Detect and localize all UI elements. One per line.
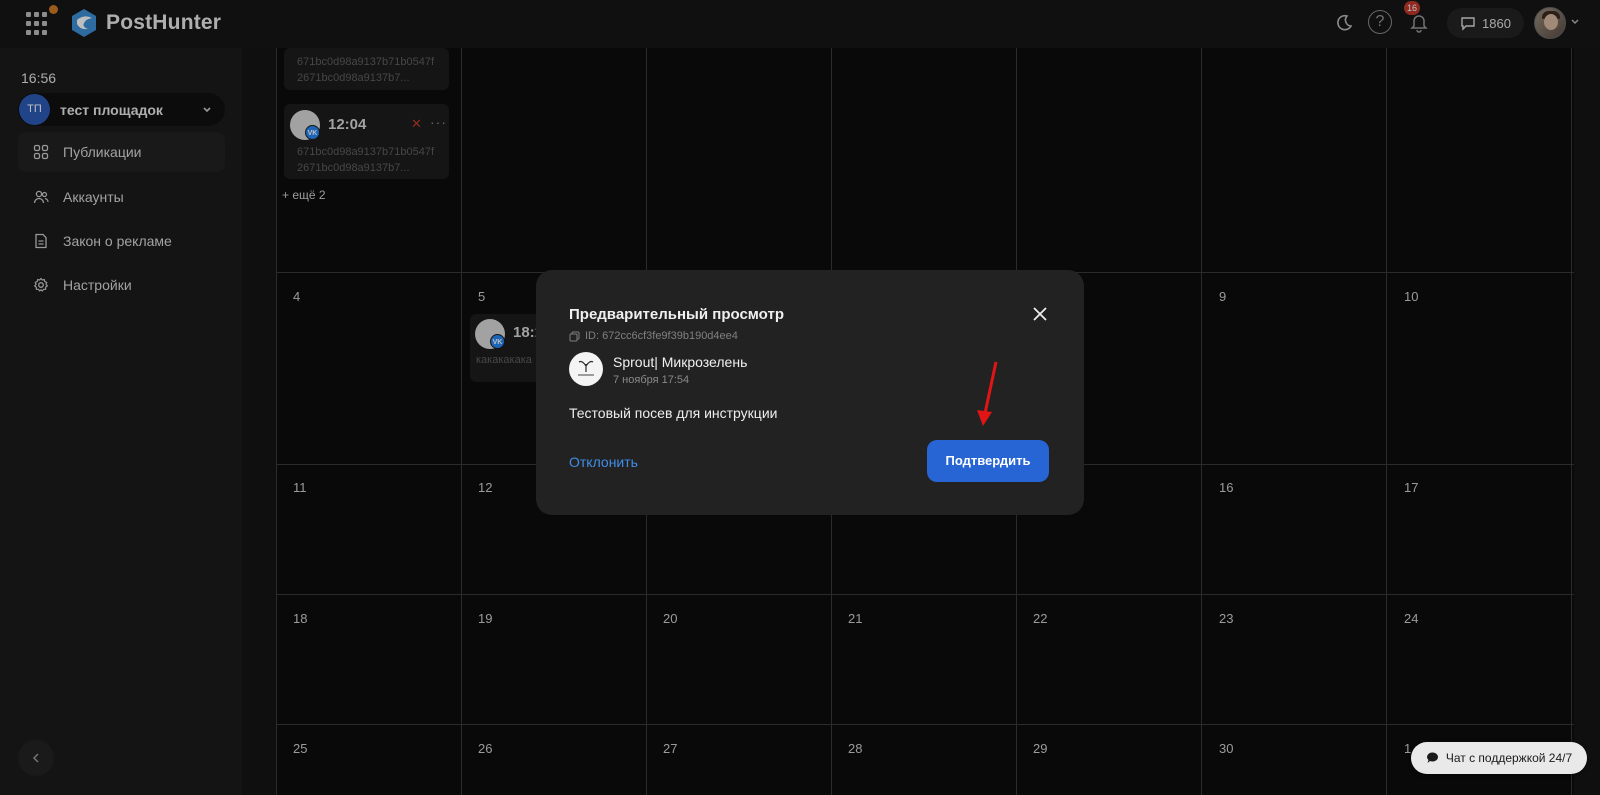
calendar-day[interactable]: 23 bbox=[1219, 611, 1233, 626]
post-card[interactable]: 671bc0d98a9137b71b0547f 2671bc0d98a9137b… bbox=[284, 48, 449, 90]
top-bar: PostHunter ? 16 1860 bbox=[0, 0, 1600, 48]
post-preview-text: 671bc0d98a9137b71b0547f bbox=[297, 146, 435, 158]
post-rejected-icon: ✕ bbox=[411, 116, 422, 131]
modal-title: Предварительный просмотр bbox=[569, 306, 784, 323]
post-time: 12:04 bbox=[328, 116, 367, 133]
post-id-label: ID: 672cc6cf3fe9f39b190d4ee4 bbox=[585, 330, 738, 342]
post-preview-text: 2671bc0d98a9137b7... bbox=[297, 72, 410, 84]
sidebar-item-settings[interactable]: Настройки bbox=[18, 265, 225, 305]
calendar-day[interactable]: 22 bbox=[1033, 611, 1047, 626]
grid-line bbox=[276, 48, 277, 795]
calendar-day[interactable]: 29 bbox=[1033, 741, 1047, 756]
calendar-day[interactable]: 26 bbox=[478, 741, 492, 756]
messages-counter-button[interactable]: 1860 bbox=[1447, 8, 1524, 38]
account-avatar bbox=[569, 352, 603, 386]
calendar-day[interactable]: 12 bbox=[478, 480, 492, 495]
calendar-day[interactable]: 25 bbox=[293, 741, 307, 756]
notifications-badge: 16 bbox=[1404, 1, 1421, 15]
more-posts-link[interactable]: + ещё 2 bbox=[282, 188, 326, 202]
sidebar-item-label: Закон о рекламе bbox=[63, 233, 172, 249]
calendar-day[interactable]: 20 bbox=[663, 611, 677, 626]
grid-line bbox=[1386, 48, 1387, 795]
reject-button[interactable]: Отклонить bbox=[569, 454, 638, 470]
sidebar: 16:56 ТП тест площадок Публикации Аккаун… bbox=[0, 48, 242, 795]
calendar-day[interactable]: 21 bbox=[848, 611, 862, 626]
app-root: PostHunter ? 16 1860 16:56 ТП тест площа… bbox=[0, 0, 1600, 795]
apps-indicator-dot bbox=[49, 5, 58, 14]
copy-icon bbox=[569, 331, 580, 341]
calendar-day[interactable]: 17 bbox=[1404, 480, 1418, 495]
grid-line bbox=[276, 724, 1574, 725]
gear-icon bbox=[33, 277, 49, 292]
apps-grid-icon[interactable] bbox=[26, 12, 50, 36]
post-text: Тестовый посев для инструкции bbox=[569, 405, 778, 421]
confirm-button[interactable]: Подтвердить bbox=[927, 440, 1049, 482]
calendar-day[interactable]: 1 bbox=[1404, 741, 1411, 756]
help-icon[interactable]: ? bbox=[1368, 10, 1392, 34]
chevron-down-icon bbox=[203, 106, 211, 112]
post-preview-text: какакакака bbox=[476, 354, 532, 366]
grid-line bbox=[1571, 48, 1572, 795]
calendar-day[interactable]: 18 bbox=[293, 611, 307, 626]
sidebar-item-ad-law[interactable]: Закон о рекламе bbox=[18, 221, 225, 261]
workspace-avatar: ТП bbox=[19, 94, 50, 125]
messages-count: 1860 bbox=[1482, 15, 1511, 31]
post-preview-text: 671bc0d98a9137b71b0547f bbox=[297, 56, 435, 68]
app-logo[interactable]: PostHunter bbox=[70, 8, 221, 38]
post-preview-text: 2671bc0d98a9137b7... bbox=[297, 162, 410, 174]
user-avatar[interactable] bbox=[1534, 7, 1566, 39]
close-icon[interactable] bbox=[1032, 306, 1048, 322]
post-card[interactable]: VK 12:04 ✕ ··· 671bc0d98a9137b71b0547f 2… bbox=[284, 104, 449, 179]
workspace-selector[interactable]: ТП тест площадок bbox=[18, 93, 225, 126]
support-chat-label: Чат с поддержкой 24/7 bbox=[1445, 751, 1573, 765]
chevron-down-icon[interactable] bbox=[1570, 17, 1580, 27]
users-icon bbox=[33, 190, 49, 204]
annotation-arrow bbox=[977, 361, 998, 426]
vk-icon: VK bbox=[305, 125, 320, 140]
sidebar-item-label: Аккаунты bbox=[63, 189, 124, 205]
post-id[interactable]: ID: 672cc6cf3fe9f39b190d4ee4 bbox=[569, 330, 738, 342]
grid-icon bbox=[33, 144, 49, 160]
sidebar-item-accounts[interactable]: Аккаунты bbox=[18, 177, 225, 217]
calendar-day[interactable]: 27 bbox=[663, 741, 677, 756]
more-options-icon[interactable]: ··· bbox=[430, 114, 447, 130]
current-time: 16:56 bbox=[21, 70, 57, 86]
dark-mode-icon[interactable] bbox=[1334, 13, 1354, 33]
chevron-left-icon bbox=[32, 753, 39, 763]
calendar-day[interactable]: 4 bbox=[293, 289, 300, 304]
grid-line bbox=[461, 48, 462, 795]
support-chat-button[interactable]: Чат с поддержкой 24/7 bbox=[1411, 742, 1587, 774]
calendar-day[interactable]: 11 bbox=[293, 480, 307, 495]
vk-icon: VK bbox=[490, 334, 505, 349]
calendar-day[interactable]: 30 bbox=[1219, 741, 1233, 756]
calendar-day[interactable]: 9 bbox=[1219, 289, 1226, 304]
calendar-day[interactable]: 19 bbox=[478, 611, 492, 626]
chat-bubble-icon bbox=[1426, 752, 1438, 763]
calendar-day[interactable]: 5 bbox=[478, 289, 485, 304]
sidebar-item-label: Публикации bbox=[63, 144, 142, 160]
grid-line bbox=[1201, 48, 1202, 795]
workspace-name: тест площадок bbox=[60, 101, 163, 118]
calendar-day[interactable]: 28 bbox=[848, 741, 862, 756]
grid-line bbox=[276, 594, 1574, 595]
account-name: Sprout| Микрозелень bbox=[613, 354, 748, 370]
sidebar-item-publications[interactable]: Публикации bbox=[18, 132, 225, 172]
calendar-day[interactable]: 24 bbox=[1404, 611, 1418, 626]
calendar-day[interactable]: 16 bbox=[1219, 480, 1233, 495]
sprout-logo-icon bbox=[578, 360, 594, 376]
document-icon bbox=[35, 233, 47, 249]
app-name: PostHunter bbox=[106, 11, 222, 34]
chat-bubble-icon bbox=[1461, 17, 1475, 31]
calendar-day[interactable]: 10 bbox=[1404, 289, 1418, 304]
post-date: 7 ноября 17:54 bbox=[613, 374, 690, 386]
sidebar-collapse-button[interactable] bbox=[18, 740, 54, 776]
posthunter-logo-icon bbox=[72, 9, 96, 37]
sidebar-item-label: Настройки bbox=[63, 277, 132, 293]
